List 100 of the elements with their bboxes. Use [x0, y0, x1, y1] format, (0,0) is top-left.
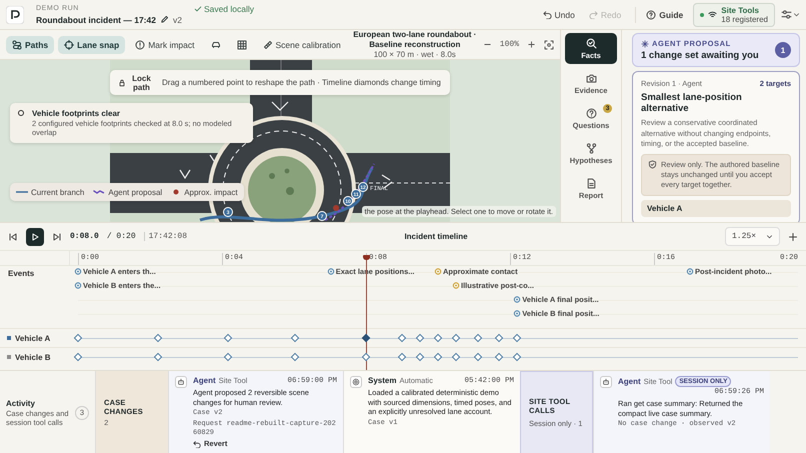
guide-button[interactable]: Guide — [635, 6, 688, 22]
add-button[interactable] — [788, 232, 798, 242]
question-icon — [586, 108, 596, 119]
target-heading: Vehicle A — [641, 200, 791, 216]
event-pin-icon[interactable] — [686, 268, 694, 275]
keyframe-handle[interactable] — [452, 334, 460, 342]
status-ring-icon — [18, 110, 24, 116]
count-badge: 1 — [775, 42, 791, 58]
car-icon — [210, 40, 220, 50]
scene-title: European two-lane roundabout · Baseline reconstruction — [352, 30, 478, 50]
plus-icon — [788, 232, 798, 242]
playback-duration: / 0:20 — [106, 232, 136, 241]
caret-icon — [766, 233, 773, 240]
keyframe-handle[interactable] — [74, 334, 82, 342]
keyframe-handle[interactable] — [290, 334, 300, 342]
event-pin-icon[interactable] — [452, 282, 460, 289]
keyframe-handle[interactable] — [290, 352, 300, 362]
event-pin-icon[interactable] — [434, 268, 442, 275]
legend-label: Current branch — [31, 188, 84, 196]
keyframe-handle[interactable] — [224, 352, 232, 362]
keyframe-handle[interactable] — [473, 334, 482, 342]
keyframe-handle[interactable] — [494, 334, 504, 342]
fit-view-button[interactable] — [544, 40, 554, 50]
crosshair-icon — [64, 40, 74, 50]
actor-label: System — [368, 376, 396, 386]
play-button[interactable] — [26, 228, 44, 246]
keyframe-handle[interactable] — [434, 352, 442, 362]
magnifier-icon — [586, 38, 596, 48]
keyframe-handle[interactable] — [398, 334, 406, 342]
keyframe-handle[interactable] — [434, 334, 442, 342]
keyframe-handle[interactable] — [494, 352, 504, 362]
gear-icon — [352, 378, 360, 386]
speed-select[interactable]: 1.25× — [724, 227, 780, 246]
keyframe-handle[interactable] — [362, 334, 370, 342]
robot-icon — [177, 378, 185, 386]
legend-label: Approx. impact — [184, 188, 238, 196]
proposal-title: 1 change set awaiting you — [641, 50, 760, 61]
grid-icon — [236, 40, 246, 50]
event-pin-icon[interactable] — [514, 310, 521, 317]
version-label: v2 — [172, 14, 182, 24]
timeline-title: Incident timeline — [403, 232, 469, 241]
undo-icon — [542, 10, 552, 19]
skip-back-button[interactable] — [8, 232, 18, 242]
incident-title: Roundabout incident — 17:42 — [36, 14, 156, 24]
event-pin-icon[interactable] — [514, 296, 521, 303]
event-pin-icon[interactable] — [74, 268, 82, 275]
tool-button[interactable]: Lane snap — [58, 36, 126, 54]
sliders-icon — [781, 9, 792, 20]
keyframe-handle[interactable] — [452, 352, 460, 362]
revision-title: Smallest lane-position alternative — [641, 92, 743, 114]
keyframe-handle[interactable] — [74, 352, 82, 362]
help-icon — [646, 10, 656, 20]
alert-icon — [135, 40, 146, 50]
lock-path-button[interactable]: Lock path — [118, 74, 154, 92]
zoom-level: 100% — [500, 40, 519, 49]
event-pin-icon[interactable] — [74, 282, 82, 289]
app-logo — [6, 6, 24, 24]
undo-icon — [193, 440, 201, 448]
hint-text: Drag a numbered point to reshape the path · Timeline diamonds change timing — [162, 78, 441, 87]
keyframe-handle[interactable] — [154, 352, 162, 362]
keyframe-handle[interactable] — [224, 334, 232, 342]
event-pin-icon[interactable] — [327, 268, 334, 275]
tool-button[interactable]: Scene calibration — [256, 36, 347, 54]
tool-button[interactable]: Paths — [6, 36, 54, 54]
site-tools-button[interactable]: Site Tools 18 registered — [693, 2, 775, 26]
path-icon — [12, 40, 22, 50]
track-label: Vehicle A — [15, 334, 50, 342]
legend-label: Agent proposal — [108, 188, 162, 196]
track-label: Vehicle B — [15, 352, 51, 362]
skip-forward-button[interactable] — [52, 232, 62, 242]
check-title: Vehicle footprints clear — [32, 109, 122, 118]
keyframe-handle[interactable] — [362, 352, 370, 362]
keyframe-handle[interactable] — [416, 352, 424, 362]
undo-button[interactable]: Undo — [538, 6, 579, 22]
playback-position: 0:08.0 — [70, 232, 99, 241]
skip-forward-icon — [52, 232, 62, 242]
redo-icon — [588, 10, 598, 19]
focus-icon — [544, 40, 554, 50]
keyframe-handle[interactable] — [473, 352, 482, 362]
tool-button[interactable]: Mark impact — [129, 36, 200, 54]
activity-title: Activity — [6, 398, 36, 408]
keyframe-handle[interactable] — [154, 334, 162, 342]
keyframe-handle[interactable] — [512, 352, 522, 362]
lock-icon — [118, 78, 126, 86]
robot-icon — [602, 378, 610, 386]
document-icon — [586, 178, 596, 189]
zoom-in-button[interactable] — [527, 40, 536, 49]
ruler-icon — [262, 40, 272, 50]
clock-time: 17:42:08 — [144, 232, 188, 241]
keyframe-handle[interactable] — [512, 334, 522, 342]
camera-icon — [586, 73, 596, 84]
settings-button[interactable] — [781, 9, 800, 20]
keyframe-handle[interactable] — [398, 352, 406, 362]
actor-label: Agent — [193, 376, 216, 386]
check-icon — [194, 5, 202, 13]
rename-button[interactable] — [160, 15, 169, 24]
play-icon — [30, 232, 40, 242]
keyframe-handle[interactable] — [416, 334, 424, 342]
wifi-icon — [708, 10, 718, 19]
branch-icon — [586, 143, 596, 154]
